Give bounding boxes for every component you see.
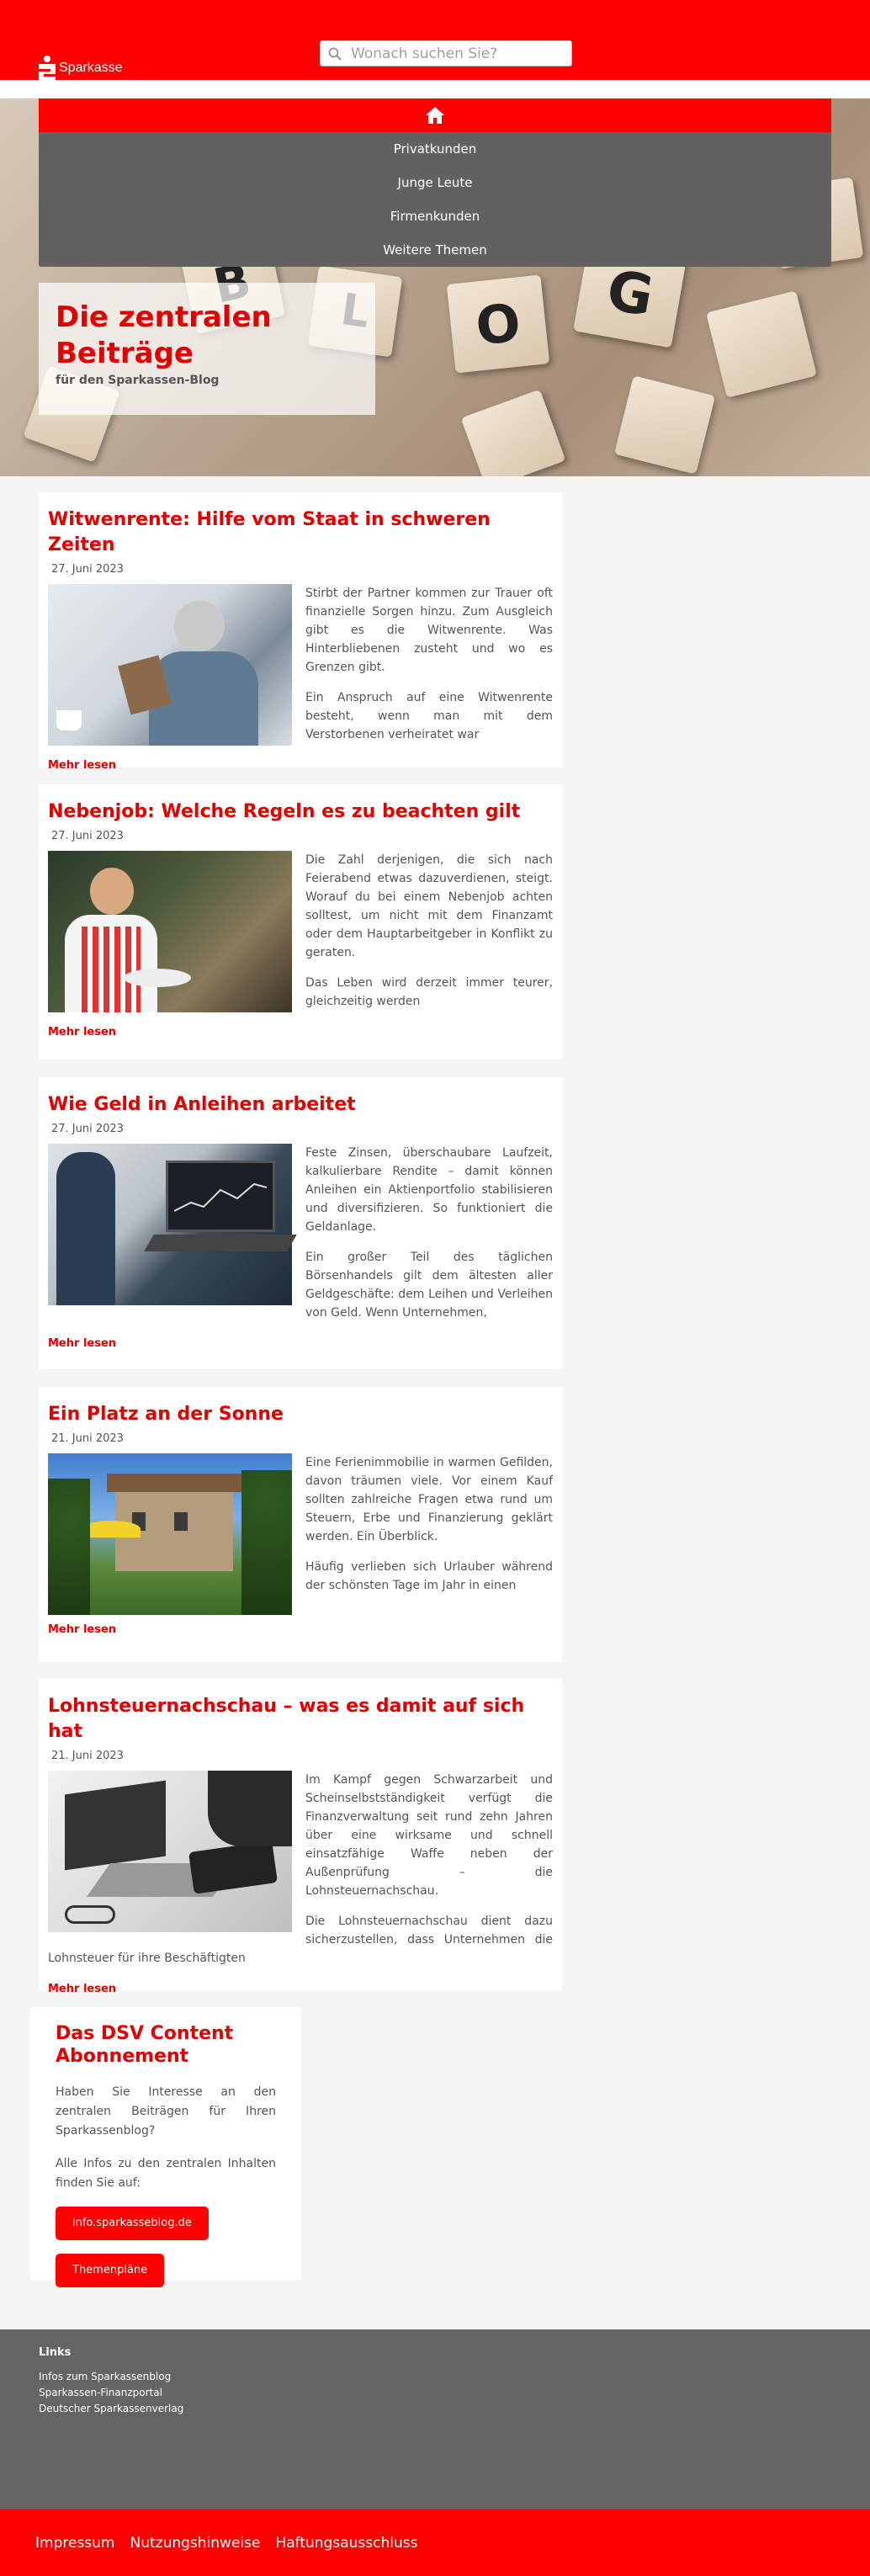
- subscription-text: Haben Sie Interesse an den zentralen Bei…: [56, 2085, 276, 2138]
- search-icon: [328, 47, 342, 61]
- article-image-widow[interactable]: [48, 584, 292, 746]
- info-link-button[interactable]: info.sparkasseblog.de: [56, 2207, 209, 2240]
- article-title[interactable]: Nebenjob: Welche Regeln es zu beachten g…: [48, 799, 553, 825]
- hero-title-box: Die zentralen Beiträge für den Sparkassen…: [39, 283, 375, 415]
- footer-link-blog-info[interactable]: Infos zum Sparkassenblog: [39, 2369, 831, 2385]
- article-title[interactable]: Ein Platz an der Sonne: [48, 1402, 553, 1427]
- search-box[interactable]: [320, 40, 572, 66]
- read-more-link[interactable]: Mehr lesen: [48, 1337, 553, 1350]
- read-more-link[interactable]: Mehr lesen: [48, 1983, 553, 1995]
- article-title[interactable]: Lohnsteuernachschau – was es damit auf s…: [48, 1694, 553, 1745]
- footer-link-finanzportal[interactable]: Sparkassen-Finanzportal: [39, 2385, 831, 2401]
- subscription-title: Das DSV Content Abonnement: [56, 2023, 234, 2067]
- nav-item-weitere-themen[interactable]: Weitere Themen: [39, 233, 831, 267]
- article-date: 27. Juni 2023: [51, 1123, 124, 1135]
- scrabble-tile: [613, 375, 716, 475]
- haftungsausschluss-link[interactable]: Haftungsausschluss: [275, 2535, 417, 2552]
- article-card: Lohnsteuernachschau – was es damit auf s…: [39, 1679, 562, 1995]
- article-image-waiter[interactable]: [48, 851, 292, 1012]
- footer: Links Infos zum Sparkassenblog Sparkasse…: [0, 2329, 870, 2510]
- subscription-box: Das DSV Content Abonnement Haben Sie Int…: [30, 2007, 301, 2287]
- header-bar: Sparkasse: [0, 0, 870, 81]
- subscription-text: Alle Infos zu den zentralen Inhalten fin…: [56, 2157, 276, 2190]
- nav-item-firmenkunden[interactable]: Firmenkunden: [39, 199, 831, 233]
- nav-home-button[interactable]: [39, 98, 831, 132]
- article-date: 27. Juni 2023: [51, 830, 124, 842]
- article-title[interactable]: Wie Geld in Anleihen arbeitet: [48, 1092, 553, 1118]
- read-more-link[interactable]: Mehr lesen: [48, 1026, 553, 1038]
- article-image-calculator[interactable]: [48, 1771, 292, 1932]
- nav-item-privatkunden[interactable]: Privatkunden: [39, 132, 831, 166]
- article-card: Ein Platz an der Sonne 21. Juni 2023 Ein…: [39, 1387, 562, 1662]
- article-date: 27. Juni 2023: [51, 563, 124, 576]
- read-more-link[interactable]: Mehr lesen: [48, 1623, 553, 1636]
- article-card: Nebenjob: Welche Regeln es zu beachten g…: [39, 784, 562, 1060]
- legal-bar: Impressum Nutzungshinweise Haftungsaussc…: [0, 2510, 870, 2576]
- impressum-link[interactable]: Impressum: [35, 2535, 115, 2552]
- scrabble-tile: [460, 389, 566, 476]
- header-spacer: [0, 80, 870, 98]
- home-icon: [426, 107, 444, 124]
- hero-subtitle: für den Sparkassen-Blog: [56, 374, 220, 387]
- article-title[interactable]: Witwenrente: Hilfe vom Staat in schweren…: [48, 507, 553, 558]
- footer-heading: Links: [39, 2346, 72, 2359]
- article-card: Wie Geld in Anleihen arbeitet 27. Juni 2…: [39, 1077, 562, 1369]
- hero-title: Die zentralen Beiträge: [56, 300, 272, 370]
- nutzungshinweise-link[interactable]: Nutzungshinweise: [130, 2535, 261, 2552]
- article-date: 21. Juni 2023: [51, 1750, 124, 1762]
- scrabble-tile: O: [446, 274, 550, 374]
- search-input[interactable]: [351, 45, 561, 62]
- sparkasse-logo-icon: [39, 56, 56, 81]
- themenplaene-button[interactable]: Themenpläne: [56, 2254, 165, 2287]
- brand-name: Sparkasse: [59, 61, 123, 75]
- scrabble-tile: [706, 290, 817, 398]
- main-navigation: Privatkunden Junge Leute Firmenkunden We…: [39, 98, 831, 267]
- footer-link-sparkassenverlag[interactable]: Deutscher Sparkassenverlag: [39, 2401, 831, 2417]
- article-date: 21. Juni 2023: [51, 1432, 124, 1445]
- article-card: Witwenrente: Hilfe vom Staat in schweren…: [39, 492, 562, 772]
- article-image-laptop[interactable]: [48, 1144, 297, 1305]
- article-image-holiday-home[interactable]: [48, 1453, 292, 1615]
- nav-item-junge-leute[interactable]: Junge Leute: [39, 166, 831, 199]
- sparkasse-logo[interactable]: Sparkasse: [39, 56, 123, 81]
- read-more-link[interactable]: Mehr lesen: [48, 759, 553, 772]
